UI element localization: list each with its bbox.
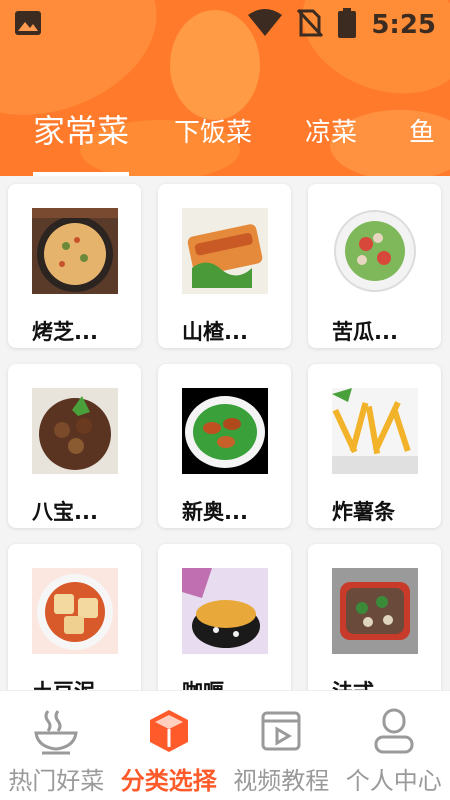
nav-category[interactable]: 分类选择 <box>113 691 226 800</box>
tab-cold-dishes[interactable]: 凉菜 <box>305 100 357 176</box>
status-time: 5:25 <box>371 10 436 40</box>
recipe-title: 法式 <box>332 676 374 690</box>
tab-home-cooking[interactable]: 家常菜 <box>33 100 130 176</box>
recipe-title: 八宝... <box>32 500 98 524</box>
recipe-title: 炸薯条 <box>332 500 395 524</box>
recipe-title: 新奥... <box>182 500 248 524</box>
recipe-card[interactable]: 苦瓜... <box>308 184 441 348</box>
dish-image <box>182 388 268 474</box>
recipe-title: 烤芝... <box>32 320 98 344</box>
cube-icon <box>145 707 193 755</box>
no-sim-icon <box>297 8 324 42</box>
recipe-card[interactable]: 新奥... <box>158 364 291 528</box>
dish-image <box>332 568 418 654</box>
dish-image <box>32 388 118 474</box>
tab-rice-dishes[interactable]: 下饭菜 <box>174 100 252 176</box>
recipe-title: 山楂... <box>182 320 248 344</box>
nav-hot-dishes[interactable]: 热门好菜 <box>0 691 113 800</box>
dish-image <box>182 208 268 294</box>
dish-image <box>32 568 118 654</box>
tab-fish[interactable]: 鱼 <box>409 100 435 176</box>
dish-image <box>32 208 118 294</box>
nav-label: 视频教程 <box>233 767 330 795</box>
status-bar: 5:25 <box>0 0 450 50</box>
dish-image <box>332 388 418 474</box>
image-icon <box>14 10 42 40</box>
dish-image <box>332 208 418 294</box>
recipe-card[interactable]: 八宝... <box>8 364 141 528</box>
header: 5:25 家常菜 下饭菜 凉菜 鱼 <box>0 0 450 176</box>
recipe-card[interactable]: 土豆泥 <box>8 544 141 690</box>
bottom-nav: 热门好菜 分类选择 视频教程 个人中心 <box>0 690 450 800</box>
nav-video-tutorial[interactable]: 视频教程 <box>225 691 338 800</box>
recipe-title: 土豆泥 <box>32 676 95 690</box>
recipe-card[interactable]: 烤芝... <box>8 184 141 348</box>
nav-label: 热门好菜 <box>8 767 105 795</box>
recipe-title: 苦瓜... <box>332 320 398 344</box>
battery-icon <box>337 8 357 42</box>
recipe-card[interactable]: 山楂... <box>158 184 291 348</box>
recipe-card[interactable]: 法式 <box>308 544 441 690</box>
recipe-title: 咖喱 <box>182 676 224 690</box>
category-tabs: 家常菜 下饭菜 凉菜 鱼 <box>0 100 450 176</box>
nav-label: 个人中心 <box>345 767 442 795</box>
recipe-card[interactable]: 咖喱 <box>158 544 291 690</box>
nav-profile[interactable]: 个人中心 <box>338 691 450 800</box>
nav-label: 分类选择 <box>120 767 217 795</box>
person-icon <box>370 707 418 755</box>
dish-image <box>182 568 268 654</box>
video-icon <box>257 707 305 755</box>
wifi-icon <box>247 9 283 41</box>
recipe-card[interactable]: 炸薯条 <box>308 364 441 528</box>
recipe-grid: 烤芝... 山楂... 苦瓜... 八宝... 新奥... 炸薯条 <box>0 176 450 690</box>
bowl-icon <box>32 707 80 755</box>
